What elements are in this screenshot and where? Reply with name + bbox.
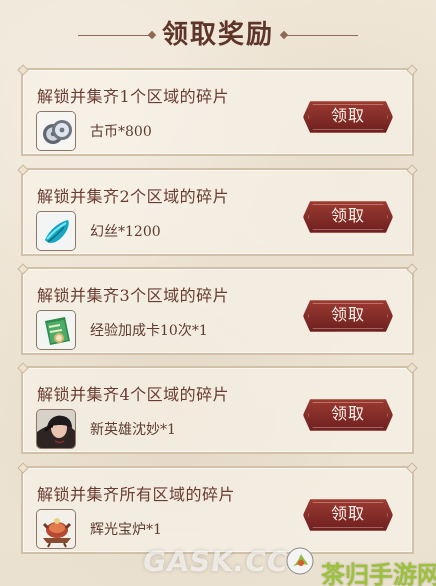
reward-item: 古币*800 <box>90 124 152 140</box>
reward-requirement: 解锁并集齐3个区域的碎片 <box>37 286 230 305</box>
reward-page: 领取奖励 解锁并集齐1个区域的碎片 古币*800 领取 解锁并集齐2个区域的碎片… <box>0 0 436 586</box>
reward-item: 幻丝*1200 <box>90 224 161 240</box>
silk-icon <box>36 211 76 251</box>
claim-button-label: 领取 <box>330 406 365 423</box>
reward-requirement: 解锁并集齐4个区域的碎片 <box>37 385 230 404</box>
coin-icon <box>36 111 76 151</box>
claim-button-1[interactable]: 领取 <box>303 101 393 133</box>
reward-card-1: 解锁并集齐1个区域的碎片 古币*800 领取 <box>21 68 414 156</box>
watermark-logo-icon <box>286 547 314 575</box>
claim-button-5[interactable]: 领取 <box>303 499 393 531</box>
reward-item: 新英雄沈妙*1 <box>90 422 176 438</box>
experience-card-icon <box>36 310 76 350</box>
reward-card-5: 解锁并集齐所有区域的碎片 辉光宝炉*1 领取 <box>21 466 414 554</box>
reward-requirement: 解锁并集齐1个区域的碎片 <box>37 87 230 106</box>
reward-card-4: 解锁并集齐4个区域的碎片 新英雄沈妙*1 领取 <box>21 366 414 454</box>
claim-button-2[interactable]: 领取 <box>303 201 393 233</box>
watermark-left: GASK.CC <box>140 545 291 578</box>
claim-button-3[interactable]: 领取 <box>303 300 393 332</box>
watermark-right: 茶归手游网 <box>321 561 436 586</box>
reward-list: 解锁并集齐1个区域的碎片 古币*800 领取 解锁并集齐2个区域的碎片 幻丝*1… <box>0 0 436 586</box>
claim-button-label: 领取 <box>330 307 365 324</box>
reward-item: 经验加成卡10次*1 <box>90 323 208 339</box>
reward-requirement: 解锁并集齐所有区域的碎片 <box>37 485 236 504</box>
reward-card-3: 解锁并集齐3个区域的碎片 经验加成卡10次*1 领取 <box>21 267 414 355</box>
reward-card-2: 解锁并集齐2个区域的碎片 幻丝*1200 领取 <box>21 168 414 256</box>
treasure-furnace-icon <box>36 509 76 549</box>
reward-requirement: 解锁并集齐2个区域的碎片 <box>37 187 230 206</box>
claim-button-label: 领取 <box>330 506 365 523</box>
hero-portrait-icon <box>36 409 76 449</box>
claim-button-label: 领取 <box>330 108 365 125</box>
reward-item: 辉光宝炉*1 <box>90 522 162 538</box>
claim-button-4[interactable]: 领取 <box>303 399 393 431</box>
claim-button-label: 领取 <box>330 208 365 225</box>
